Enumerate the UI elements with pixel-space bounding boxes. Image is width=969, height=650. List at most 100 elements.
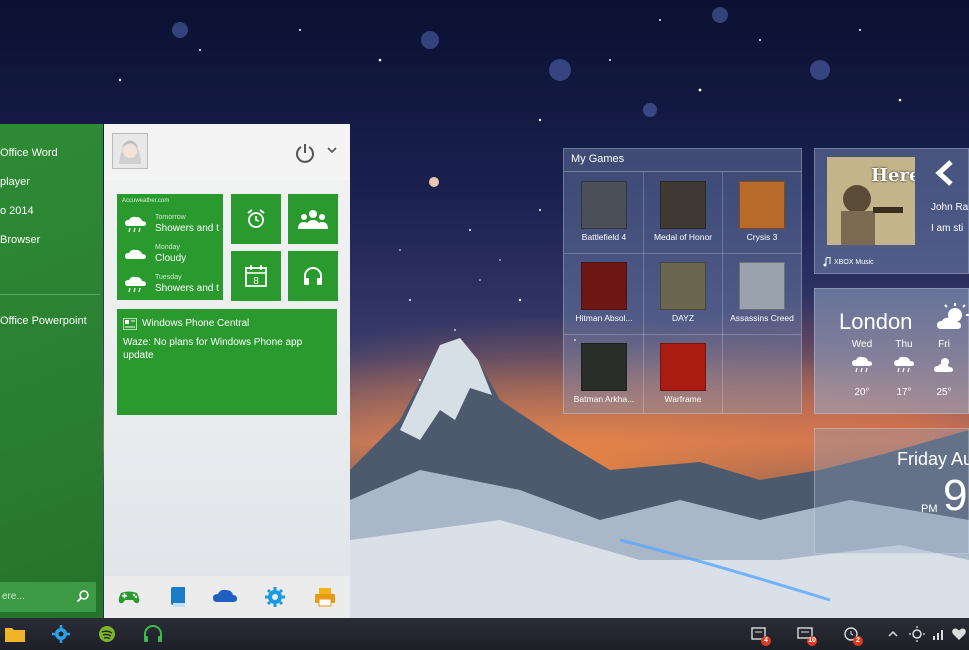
headphones-icon[interactable] <box>142 624 164 644</box>
game-cover <box>739 181 785 229</box>
back-arrow-icon[interactable] <box>933 159 957 187</box>
rain-cloud-icon <box>125 216 146 233</box>
game-tile-battlefield-4[interactable]: Battlefield 4 <box>565 173 643 251</box>
game-label: Hitman Absol... <box>575 313 633 323</box>
game-cover <box>581 181 627 229</box>
windows-phone-central-tile[interactable]: Windows Phone Central Waze: No plans for… <box>117 309 337 415</box>
weather-widget: London Wed Thu Fri 20° 17° 25° <box>814 288 969 414</box>
game-cover <box>660 262 706 310</box>
notification-badge: 4 <box>761 636 771 646</box>
game-cover <box>581 343 627 391</box>
app-item-2014[interactable]: o 2014 <box>0 205 34 217</box>
start-menu-tiles: Accuweather.com Tomorrow Showers and t M… <box>104 124 350 618</box>
settings-gear-icon[interactable] <box>50 624 72 644</box>
music-note-icon <box>823 257 831 267</box>
weather-cond-3: Showers and t <box>155 283 219 294</box>
game-cover <box>660 181 706 229</box>
clock-ampm: PM <box>921 503 938 515</box>
messages-badge: 10 <box>807 636 817 646</box>
app-list-divider <box>0 294 100 295</box>
start-menu-app-list: Office Word player o 2014 Browser Office… <box>0 124 103 618</box>
alarm-clock-icon <box>247 209 265 228</box>
cloud-storage-icon[interactable] <box>212 585 238 609</box>
game-tile-medal-of-honor[interactable]: Medal of Honor <box>644 173 722 251</box>
weather-city: London <box>839 309 913 334</box>
music-source: XBOX Music <box>823 257 874 267</box>
game-cover <box>739 262 785 310</box>
chevron-down-icon[interactable] <box>326 144 338 156</box>
search-placeholder: ere... <box>2 591 25 602</box>
games-title-divider <box>564 171 801 172</box>
weather-cond-1: Showers and t <box>155 223 219 234</box>
pinned-apps-row <box>104 576 350 618</box>
gamepad-icon[interactable] <box>116 585 142 609</box>
app-item-player[interactable]: player <box>0 176 30 188</box>
settings-gear-icon[interactable] <box>262 585 288 609</box>
game-cover <box>581 262 627 310</box>
game-label: DAYZ <box>671 313 695 323</box>
game-tile-warframe[interactable]: Warframe <box>644 335 722 413</box>
music-tile[interactable] <box>288 251 338 301</box>
artist-name: John Ra <box>931 202 969 213</box>
alarm-badge: 2 <box>853 636 863 646</box>
printer-icon[interactable] <box>312 585 338 609</box>
weather-cond-2: Cloudy <box>155 253 187 264</box>
clock-time: 9 <box>943 471 968 520</box>
calendar-tile[interactable]: 8 <box>231 251 281 301</box>
people-tile[interactable] <box>288 194 338 244</box>
weather-source: Accuweather.com <box>122 198 170 204</box>
people-icon <box>298 210 328 229</box>
my-games-widget: My Games Battlefield 4 Medal of Honor Cr… <box>563 148 802 414</box>
weather-day-3: Tuesday <box>155 274 182 281</box>
search-icon[interactable] <box>76 589 90 603</box>
chevron-up-icon[interactable] <box>884 625 902 643</box>
app-item-office-word[interactable]: Office Word <box>0 147 58 159</box>
game-label: Warframe <box>664 394 702 404</box>
cloud-icon <box>125 249 146 259</box>
game-tile-crysis-3[interactable]: Crysis 3 <box>723 173 801 251</box>
news-icon <box>123 317 137 330</box>
track-name: I am sti <box>931 223 964 234</box>
game-label: Medal of Honor <box>653 232 713 242</box>
partly-sunny-icon <box>934 358 953 372</box>
tile-title: Windows Phone Central <box>142 318 250 329</box>
signal-icon[interactable] <box>930 625 948 643</box>
taskbar: 4 10 2 <box>0 618 969 650</box>
book-icon[interactable] <box>166 585 192 609</box>
weather-day-2: Monday <box>155 244 180 251</box>
search-input[interactable]: ere... <box>0 582 96 612</box>
tile-body: Waze: No plans for Windows Phone app upd… <box>123 337 303 361</box>
game-tile-batman[interactable]: Batman Arkha... <box>565 335 643 413</box>
rain-cloud-icon <box>852 356 872 373</box>
forecast-day: Wed <box>851 339 873 350</box>
forecast-temp: 20° <box>854 387 870 398</box>
game-label: Crysis 3 <box>746 232 778 242</box>
rain-cloud-icon <box>125 276 146 293</box>
forecast-day: Fri <box>938 339 950 350</box>
game-tile-hitman[interactable]: Hitman Absol... <box>565 254 643 332</box>
spotify-icon[interactable] <box>96 624 118 644</box>
app-item-browser[interactable]: Browser <box>0 234 40 246</box>
forecast-day: Thu <box>895 339 913 350</box>
brightness-icon[interactable] <box>908 625 926 643</box>
user-header <box>104 124 350 180</box>
avatar-image <box>113 134 147 168</box>
album-art[interactable]: Here <box>827 157 915 245</box>
heart-icon[interactable] <box>950 625 968 643</box>
avatar[interactable] <box>112 133 148 169</box>
weather-live-tile[interactable]: Accuweather.com Tomorrow Showers and t M… <box>117 194 223 300</box>
partly-sunny-icon <box>937 303 969 329</box>
game-label: Assassins Creed <box>730 313 794 323</box>
folder-icon[interactable] <box>4 624 26 644</box>
game-tile-assassins-creed[interactable]: Assassins Creed <box>723 254 801 332</box>
alarms-tile[interactable] <box>231 194 281 244</box>
game-label: Battlefield 4 <box>581 232 627 242</box>
clock-date: Friday Au <box>897 449 969 469</box>
power-icon[interactable] <box>294 142 316 164</box>
forecast-temp: 17° <box>896 387 912 398</box>
forecast-temp: 25° <box>936 387 952 398</box>
app-item-office-powerpoint[interactable]: Office Powerpoint <box>0 315 87 327</box>
game-tile-dayz[interactable]: DAYZ <box>644 254 722 332</box>
calendar-day: 8 <box>253 276 259 287</box>
music-source-label: XBOX Music <box>834 258 874 266</box>
